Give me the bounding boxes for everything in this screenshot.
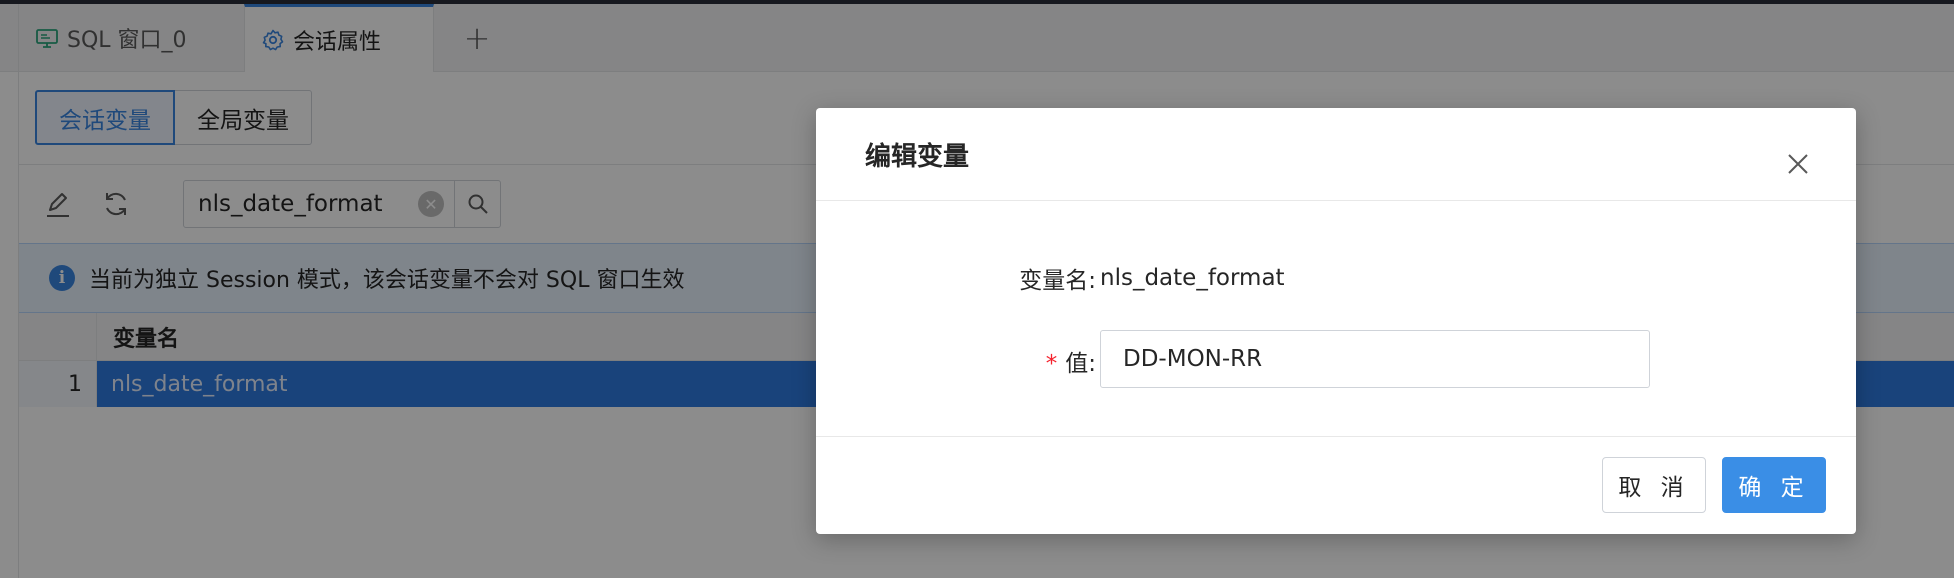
- required-mark: *: [1045, 351, 1058, 377]
- dialog-header: 编辑变量: [816, 108, 1856, 201]
- value-label-wrap: * 值:: [1046, 344, 1096, 378]
- variable-name-value: nls_date_format: [1100, 265, 1285, 291]
- dialog-footer: 取 消 确 定: [816, 436, 1856, 534]
- edit-variable-dialog: 编辑变量 变量名: nls_date_format * 值: 取 消 确 定: [816, 108, 1856, 534]
- variable-name-row: 变量名: nls_date_format: [816, 262, 1856, 294]
- close-icon[interactable]: [1784, 150, 1812, 178]
- ok-button[interactable]: 确 定: [1722, 457, 1826, 513]
- cancel-button[interactable]: 取 消: [1602, 457, 1706, 513]
- value-row: * 值:: [816, 330, 1856, 388]
- dialog-title: 编辑变量: [865, 142, 970, 172]
- value-label: 值:: [1065, 351, 1096, 377]
- variable-name-label: 变量名:: [1019, 268, 1096, 294]
- value-input[interactable]: [1100, 330, 1650, 388]
